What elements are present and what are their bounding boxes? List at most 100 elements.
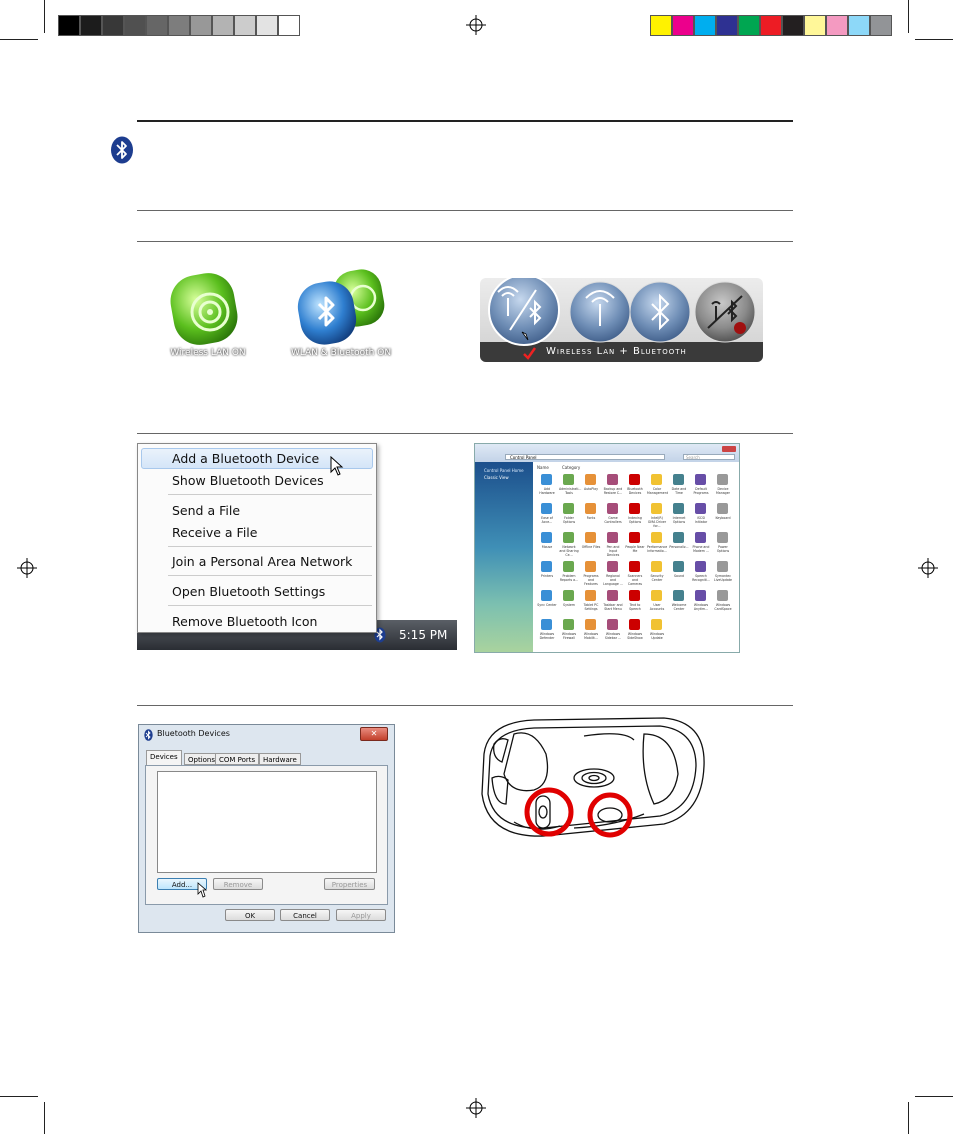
tab-devices[interactable]: Devices [146,750,182,765]
cp-item-icon[interactable] [541,561,552,572]
menu-item-send-file[interactable]: Send a File [172,503,240,518]
cp-item-icon[interactable] [717,590,728,601]
cp-header-name[interactable]: Name [537,465,549,470]
cp-item-icon[interactable] [695,532,706,543]
cp-item-icon[interactable] [629,619,640,630]
cp-item-icon[interactable] [695,503,706,514]
cp-item-icon[interactable] [563,532,574,543]
cp-sidebar-classic[interactable]: Classic View [484,475,509,480]
menu-item-add-device[interactable]: Add a Bluetooth Device [172,451,319,466]
mouse-cursor-icon [197,882,207,898]
cp-item-icon[interactable] [541,590,552,601]
cp-item-icon[interactable] [629,503,640,514]
cp-item-icon[interactable] [673,503,684,514]
cp-item-icon[interactable] [717,561,728,572]
cp-item-label: Intel(R) GMA Driver for... [647,516,667,528]
cp-item-icon[interactable] [541,474,552,485]
cp-item-label: Performance Informatio... [647,545,668,553]
cp-item-icon[interactable] [651,474,662,485]
cp-item-icon[interactable] [695,474,706,485]
cp-item-icon[interactable] [563,503,574,514]
cp-item-icon[interactable] [629,590,640,601]
registration-mark-icon [466,1098,486,1118]
cp-item-icon[interactable] [585,561,596,572]
cp-item-icon[interactable] [607,503,618,514]
cp-item-label: Bluetooth Devices [627,487,643,495]
cp-item-icon[interactable] [585,619,596,630]
devices-list[interactable] [157,771,377,873]
cp-item-icon[interactable] [651,503,662,514]
cp-item-label: Folder Options [562,516,576,524]
cp-sidebar-home[interactable]: Control Panel Home [484,468,524,473]
cp-item-icon[interactable] [673,590,684,601]
cp-item-icon[interactable] [607,532,618,543]
menu-item-join-pan[interactable]: Join a Personal Area Network [172,554,352,569]
dialog-title: Bluetooth Devices [157,729,230,738]
cp-item-icon[interactable] [673,532,684,543]
cp-item-icon[interactable] [673,561,684,572]
section-rule [137,705,793,706]
tab-com-ports[interactable]: COM Ports [215,753,260,765]
cp-item-icon[interactable] [717,532,728,543]
menu-item-show-devices[interactable]: Show Bluetooth Devices [172,473,324,488]
clock[interactable]: 5:15 PM [399,628,447,642]
cp-address-bar[interactable]: Control Panel [505,454,665,460]
cp-item-icon[interactable] [563,561,574,572]
cp-item-icon[interactable] [629,474,640,485]
cp-item-icon[interactable] [651,590,662,601]
cp-item-icon[interactable] [563,590,574,601]
section-rule [137,241,793,242]
cp-item-icon[interactable] [607,619,618,630]
cp-item-icon[interactable] [585,474,596,485]
cp-item-icon[interactable] [563,619,574,630]
cp-item-icon[interactable] [629,532,640,543]
menu-item-receive-file[interactable]: Receive a File [172,525,257,540]
cp-item-label: Tablet PC Settings [583,603,599,611]
top-rule [137,120,793,122]
cp-item-label: Text to Speech [629,603,641,611]
cp-item-icon[interactable] [651,619,662,630]
remove-button[interactable]: Remove [213,878,263,890]
cp-item-icon[interactable] [629,561,640,572]
tab-options[interactable]: Options [184,753,220,765]
cp-item-icon[interactable] [695,590,706,601]
cp-item-label: Windows Defender [539,632,555,640]
crop-mark [44,0,45,33]
cp-item-icon[interactable] [585,503,596,514]
cp-item-icon[interactable] [607,561,618,572]
cp-item-label: User Accounts [649,603,665,611]
cp-item-label: Fonts [586,516,596,520]
cp-item-icon[interactable] [695,561,706,572]
cp-item-icon[interactable] [717,503,728,514]
cp-item-icon[interactable] [541,503,552,514]
cp-item-icon[interactable] [541,619,552,630]
properties-button[interactable]: Properties [324,878,375,890]
cp-item-icon[interactable] [651,561,662,572]
cp-item-icon[interactable] [651,532,662,543]
cp-close-button[interactable] [722,446,736,452]
cp-item-icon[interactable] [563,474,574,485]
color-swatch [650,15,672,36]
cp-header-category[interactable]: Category [562,465,580,470]
dialog-close-button[interactable]: ✕ [360,727,388,741]
bluetooth-icon [111,136,133,164]
menu-item-open-settings[interactable]: Open Bluetooth Settings [172,584,325,599]
registration-mark-icon [466,15,486,35]
cp-search-box[interactable]: Search [683,454,735,460]
cp-item-icon[interactable] [541,532,552,543]
wlan-bluetooth-icon [297,269,385,345]
apply-button[interactable]: Apply [336,909,386,921]
cp-item-icon[interactable] [673,474,684,485]
cp-item-icon[interactable] [717,474,728,485]
ok-button[interactable]: OK [225,909,275,921]
gray-swatch [278,15,300,36]
cp-item-label: System [563,603,575,607]
cp-item-icon[interactable] [607,474,618,485]
cp-item-icon[interactable] [607,590,618,601]
tab-hardware[interactable]: Hardware [259,753,301,765]
cp-item-icon[interactable] [585,532,596,543]
cancel-button[interactable]: Cancel [280,909,330,921]
gray-swatch [190,15,212,36]
cp-item-icon[interactable] [585,590,596,601]
menu-item-remove-icon[interactable]: Remove Bluetooth Icon [172,614,317,629]
